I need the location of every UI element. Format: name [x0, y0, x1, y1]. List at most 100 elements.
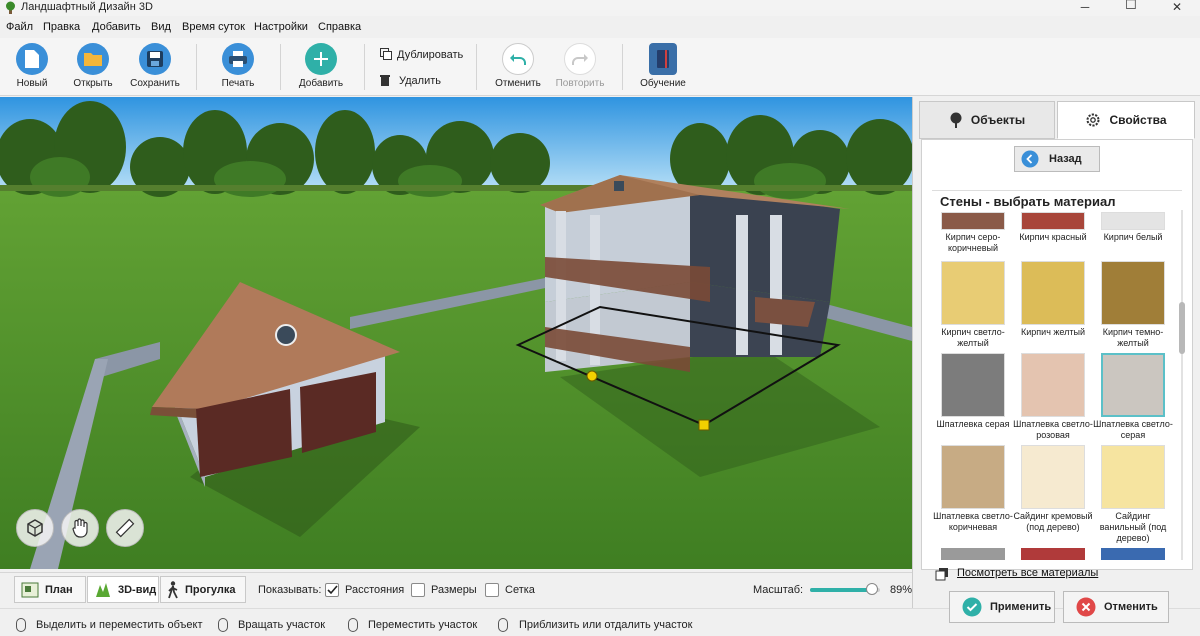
section-title: Стены - выбрать материал — [940, 194, 1116, 209]
open-label: Открыть — [73, 78, 113, 89]
undo-icon — [502, 43, 534, 75]
scrollbar-track — [1181, 210, 1183, 560]
sizes-label[interactable]: Размеры — [431, 584, 477, 596]
minimize-button[interactable]: ─ — [1062, 0, 1108, 16]
material-item[interactable]: Кирпич красный — [1013, 212, 1093, 243]
materials-library-icon — [935, 568, 948, 581]
title-bar: Ландшафтный Дизайн 3D ─ ☐ ✕ — [0, 0, 1200, 16]
book-icon — [649, 43, 677, 75]
redo-button[interactable]: Повторить — [553, 43, 607, 89]
scale-slider-thumb[interactable] — [866, 583, 879, 595]
material-item[interactable]: Кирпич темно-желтый — [1093, 261, 1173, 349]
see-all-materials-link[interactable]: Посмотреть все материалы — [957, 567, 1098, 579]
material-item[interactable]: Шпатлевка светло-розовая — [1013, 353, 1093, 441]
material-item[interactable]: Сайдинг ванильный (под дерево) — [1093, 445, 1173, 544]
mouse-middle-icon — [348, 618, 358, 632]
mouse-left-icon — [16, 618, 26, 632]
floppy-icon — [139, 43, 171, 75]
grid-checkbox[interactable] — [485, 583, 499, 597]
learn-button[interactable]: Обучение — [638, 43, 688, 89]
mouse-wheel-icon — [498, 618, 508, 632]
menu-add[interactable]: Добавить — [92, 21, 141, 33]
save-button[interactable]: Сохранить — [128, 43, 182, 89]
open-button[interactable]: Открыть — [70, 43, 116, 89]
material-swatch — [941, 212, 1005, 230]
menu-settings[interactable]: Настройки — [254, 21, 308, 33]
gear-icon — [1086, 113, 1100, 127]
toolbar-divider — [476, 44, 477, 90]
menu-edit[interactable]: Правка — [43, 21, 80, 33]
material-grid: Кирпич серо-коричневый Кирпич красный Ки… — [928, 210, 1178, 560]
properties-content: Назад Стены - выбрать материал Кирпич се… — [921, 139, 1193, 570]
material-label: Кирпич серо-коричневый — [945, 232, 1001, 253]
material-swatch — [941, 261, 1005, 325]
checkmark-icon — [327, 585, 338, 595]
folder-icon — [77, 43, 109, 75]
material-label: Шпатлевка серая — [936, 419, 1010, 429]
material-scrollbar[interactable] — [1178, 210, 1186, 560]
maximize-button[interactable]: ☐ — [1108, 0, 1154, 14]
3d-viewport[interactable] — [0, 97, 912, 569]
redo-icon — [564, 43, 596, 75]
material-swatch — [1101, 353, 1165, 417]
material-swatch — [1021, 212, 1085, 230]
3d-grass-icon — [96, 582, 110, 597]
new-button[interactable]: Новый — [10, 43, 54, 89]
back-button[interactable]: Назад — [1014, 146, 1100, 172]
3d-view-button[interactable]: 3D-вид — [87, 576, 159, 603]
add-button[interactable]: Добавить — [296, 43, 346, 89]
print-label: Печать — [221, 78, 255, 89]
print-button[interactable]: Печать — [216, 43, 260, 89]
close-button[interactable]: ✕ — [1154, 0, 1200, 16]
properties-panel: Объекты Свойства Назад Стены - выбрать м… — [912, 97, 1200, 623]
material-label: Шпатлевка светло-коричневая — [933, 511, 1013, 532]
material-item[interactable]: Кирпич желтый — [1013, 261, 1093, 338]
walk-view-label: Прогулка — [185, 583, 236, 596]
material-item[interactable]: Кирпич белый — [1093, 212, 1173, 243]
tab-objects[interactable]: Объекты — [919, 101, 1055, 139]
tab-properties[interactable]: Свойства — [1057, 101, 1195, 139]
distances-label[interactable]: Расстояния — [345, 584, 404, 596]
grid-label[interactable]: Сетка — [505, 584, 535, 596]
duplicate-button[interactable]: Дублировать — [380, 48, 463, 61]
material-item-selected[interactable]: Шпатлевка светло-серая — [1093, 353, 1173, 441]
status-zoom-hint: Приблизить или отдалить участок — [519, 619, 693, 631]
scrollbar-thumb[interactable] — [1179, 302, 1185, 354]
apply-button[interactable]: Применить — [949, 591, 1055, 623]
walk-view-button[interactable]: Прогулка — [160, 576, 246, 603]
pan-view-button[interactable] — [61, 509, 99, 547]
material-item[interactable]: Кирпич серо-коричневый — [933, 212, 1013, 254]
tab-properties-label: Свойства — [1109, 113, 1167, 127]
cancel-button[interactable]: Отменить — [1063, 591, 1169, 623]
add-label: Добавить — [298, 78, 344, 89]
menu-file[interactable]: Файл — [6, 21, 33, 33]
scale-slider-fill — [810, 588, 873, 592]
material-item[interactable]: Кирпич светло-желтый — [933, 261, 1013, 349]
material-item[interactable]: Шпатлевка светло-коричневая — [933, 445, 1013, 533]
menu-time-of-day[interactable]: Время суток — [182, 21, 245, 33]
material-swatch — [1101, 212, 1165, 230]
measure-button[interactable] — [106, 509, 144, 547]
cancel-circle-icon — [1076, 597, 1096, 617]
material-label: Кирпич красный — [1019, 232, 1087, 242]
delete-button[interactable]: Удалить — [380, 74, 441, 87]
undo-button[interactable]: Отменить — [494, 43, 542, 89]
distances-checkbox[interactable] — [325, 583, 339, 597]
plan-view-button[interactable]: План — [14, 576, 86, 603]
menu-help[interactable]: Справка — [318, 21, 361, 33]
rotate-view-button[interactable] — [16, 509, 54, 547]
material-item[interactable]: Сайдинг кремовый (под дерево) — [1013, 445, 1093, 533]
scale-value: 89% — [890, 584, 913, 596]
sizes-checkbox[interactable] — [411, 583, 425, 597]
toolbar-divider — [622, 44, 623, 90]
back-arrow-icon — [1021, 150, 1039, 168]
app-logo-icon — [6, 1, 15, 14]
scale-slider[interactable] — [810, 583, 880, 595]
material-item[interactable]: Шпатлевка серая — [933, 353, 1013, 430]
toolbar-divider — [196, 44, 197, 90]
menu-view[interactable]: Вид — [151, 21, 171, 33]
walking-person-icon — [168, 580, 178, 598]
material-label: Кирпич желтый — [1021, 327, 1085, 337]
duplicate-label: Дублировать — [397, 49, 464, 61]
plus-icon — [305, 43, 337, 75]
